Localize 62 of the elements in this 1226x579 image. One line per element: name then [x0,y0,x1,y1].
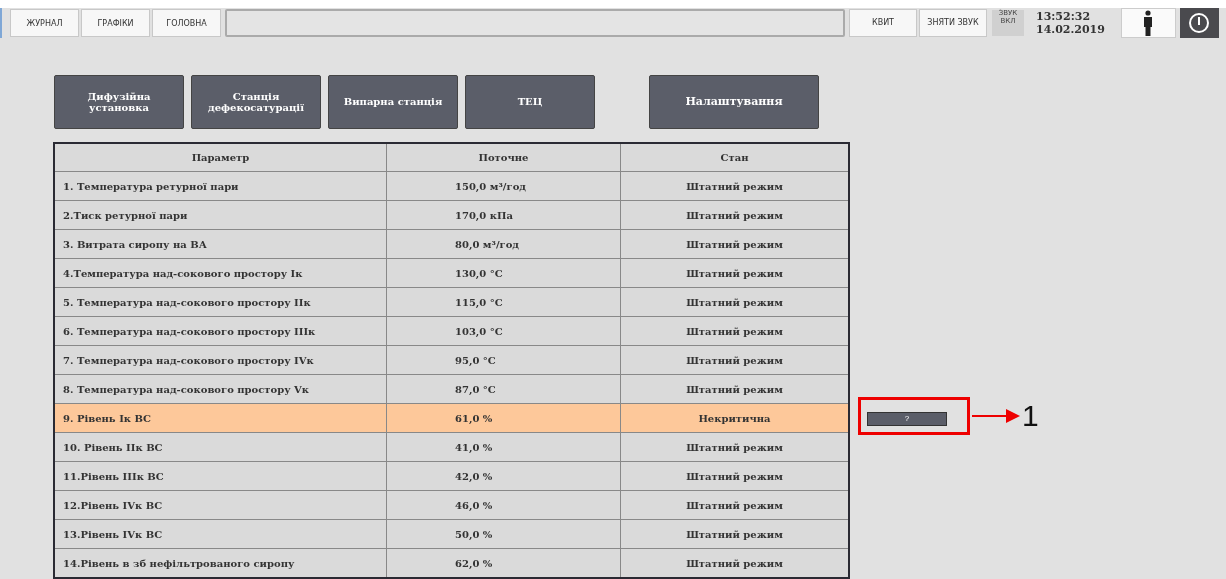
table-cell-text: Штатний режим [685,237,784,252]
column-header: Поточне [387,144,621,171]
user-button[interactable] [1120,8,1176,38]
help-button[interactable]: ? [867,411,947,426]
nav-tab[interactable]: ГРАФІКИ [81,9,150,37]
section-button[interactable]: ТЕЦ [465,75,595,129]
table-cell: 46,0 % [387,491,621,519]
table-cell: 10. Рівень ІІк ВС [55,433,387,461]
table-cell-text: Штатний режим [685,208,784,223]
power-icon [1188,12,1211,34]
table-cell: 42,0 % [387,462,621,490]
arrow-icon [972,408,1020,423]
section-button[interactable]: Дифузійна установка [54,75,184,129]
table-cell: 12.Рівень ІVк ВС [55,491,387,519]
section-button[interactable]: Налаштування [649,75,819,129]
column-header: Параметр [55,144,387,171]
table-cell: 80,0 м³/год [387,230,621,258]
table-cell-text: Штатний режим [685,440,784,455]
table-cell-text: Штатний режим [685,527,784,542]
person-icon [1143,10,1154,36]
table-cell: 95,0 °С [387,346,621,374]
table-cell: 14.Рівень в зб нефільтрованого сиропу [55,549,387,577]
toolbar-button[interactable]: ЗНЯТИ ЗВУК [919,9,987,37]
table-cell-text: Штатний режим [685,324,784,339]
table-cell: 130,0 °С [387,259,621,287]
column-header: Стан [719,151,750,165]
table-cell: 2.Тиск ретурної пари [55,201,387,229]
table-cell: 9. Рівень Ік ВС [55,404,387,432]
table-cell: 41,0 % [387,433,621,461]
time-text: 13:52:32 [1036,10,1092,23]
toolbar-button[interactable]: КВИТ [849,9,917,37]
table-cell-text: Штатний режим [685,498,784,513]
table-cell: 115,0 °С [387,288,621,316]
table-cell-text: Штатний режим [685,382,784,397]
table-cell: 4.Температура над-сокового простору Ік [55,259,387,287]
table-cell-text: Штатний режим [685,353,784,368]
table-cell: 11.Рівень ІІІк ВС [55,462,387,490]
table-cell: 13.Рівень ІVк ВС [55,520,387,548]
section-button[interactable]: Випарна станція [328,75,458,129]
table-cell-text: Штатний режим [685,266,784,281]
table-cell: 61,0 % [387,404,621,432]
table-cell: 5. Температура над-сокового простору ІІк [55,288,387,316]
nav-tab[interactable]: ГОЛОВНА [152,9,221,37]
table-cell-text: Штатний режим [685,295,784,310]
date-text: 14.02.2019 [1036,23,1105,36]
power-button[interactable] [1179,8,1219,38]
table-cell: 50,0 % [387,520,621,548]
table-cell: 103,0 °С [387,317,621,345]
table-cell: 150,0 м³/год [387,172,621,200]
table-cell-text: Штатний режим [685,179,784,194]
table-cell-text: Штатний режим [685,556,784,571]
callout-number: 1 [1022,398,1039,433]
table-cell: 3. Витрата сиропу на ВА [55,230,387,258]
table-cell-text: Некритична [697,411,772,426]
table-cell-text: Штатний режим [685,469,784,484]
table-cell: 62,0 % [387,549,621,577]
table-cell: 170,0 кПа [387,201,621,229]
table-cell: 6. Температура над-сокового простору ІІІк [55,317,387,345]
nav-tab[interactable]: ЖУРНАЛ [10,9,79,37]
table-cell: 1. Температура ретурної пари [55,172,387,200]
section-button[interactable]: Станція дефекосатурації [191,75,321,129]
table-cell: 7. Температура над-сокового простору ІVк [55,346,387,374]
